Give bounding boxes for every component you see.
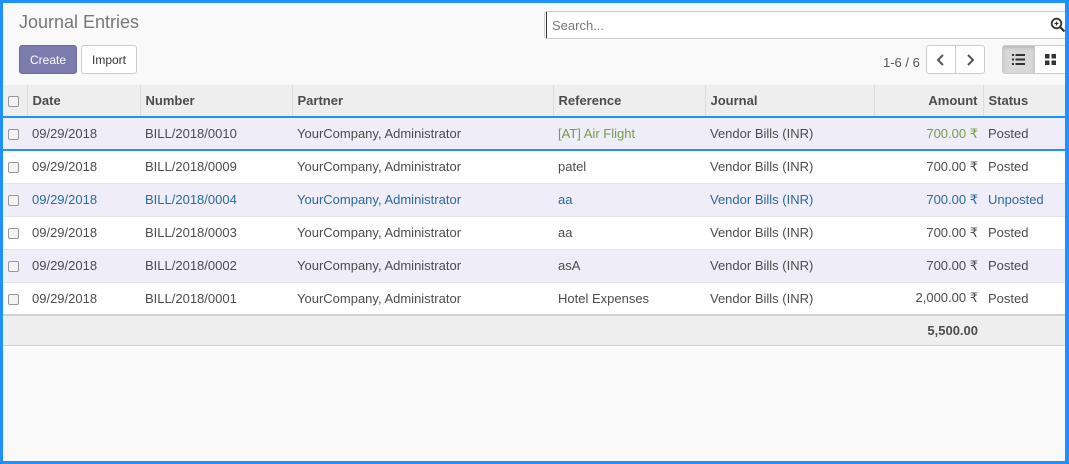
row-checkbox-cell[interactable] <box>3 183 27 217</box>
cell-amount: 700.00 ₹ <box>874 150 983 184</box>
row-checkbox[interactable] <box>8 162 19 174</box>
table-row[interactable]: 09/29/2018 BILL/2018/0002 YourCompany, A… <box>3 249 1065 283</box>
cell-amount: 700.00 ₹ <box>874 183 983 217</box>
grid-icon <box>1045 54 1056 65</box>
column-header-journal[interactable]: Journal <box>705 85 875 118</box>
cell-number: BILL/2018/0010 <box>140 116 292 151</box>
highlighted-amount: 700.00 ₹ <box>926 125 978 141</box>
cell-reference: [AT] Air Flight <box>553 116 705 151</box>
cell-journal: Vendor Bills (INR) <box>705 150 874 184</box>
row-checkbox[interactable] <box>8 129 19 141</box>
cell-partner: YourCompany, Administrator <box>292 183 553 217</box>
cell-amount: 2,000.00 ₹ <box>874 282 983 316</box>
cell-status: Posted <box>983 150 1065 184</box>
column-header-amount[interactable]: Amount <box>874 85 984 118</box>
cell-date: 09/29/2018 <box>27 183 140 217</box>
cell-reference: Hotel Expenses <box>553 282 705 316</box>
row-checkbox-cell[interactable] <box>3 249 27 283</box>
cell-date: 09/29/2018 <box>27 216 140 250</box>
cell-partner: YourCompany, Administrator <box>292 150 553 184</box>
chevron-left-icon <box>936 53 944 66</box>
row-checkbox[interactable] <box>8 293 19 305</box>
cell-partner: YourCompany, Administrator <box>292 116 553 151</box>
cell-journal: Vendor Bills (INR) <box>705 216 874 250</box>
cell-number: BILL/2018/0003 <box>140 216 292 250</box>
cell-journal: Vendor Bills (INR) <box>705 183 874 217</box>
row-checkbox-cell[interactable] <box>3 282 27 316</box>
pager-next-button[interactable] <box>955 45 985 74</box>
page-title: Journal Entries <box>19 12 140 32</box>
cell-number: BILL/2018/0009 <box>140 150 292 184</box>
cell-partner: YourCompany, Administrator <box>292 282 553 316</box>
column-header-status[interactable]: Status <box>983 85 1065 118</box>
cell-status: Posted <box>983 249 1065 283</box>
cell-status: Posted <box>983 282 1065 316</box>
table-footer-row: 5,500.00 <box>3 314 1065 346</box>
column-header-number[interactable]: Number <box>140 85 293 118</box>
cell-number: BILL/2018/0004 <box>140 183 292 217</box>
cell-date: 09/29/2018 <box>27 116 140 151</box>
empty-area <box>3 348 1065 461</box>
select-all-checkbox-cell[interactable] <box>3 85 28 118</box>
row-checkbox[interactable] <box>8 228 19 240</box>
cell-reference: asA <box>553 249 705 283</box>
table-header-row: Date Number Partner Reference Journal Am… <box>3 85 1065 118</box>
cell-number: BILL/2018/0002 <box>140 249 292 283</box>
cell-status: Posted <box>983 116 1065 151</box>
cell-date: 09/29/2018 <box>27 249 140 283</box>
row-checkbox-cell[interactable] <box>3 116 27 151</box>
import-button[interactable]: Import <box>81 45 137 74</box>
table-row[interactable]: 09/29/2018 BILL/2018/0001 YourCompany, A… <box>3 282 1065 316</box>
highlighted-reference: [AT] Air Flight <box>558 126 636 141</box>
cell-date: 09/29/2018 <box>27 150 140 184</box>
table-row[interactable]: 09/29/2018 BILL/2018/0009 YourCompany, A… <box>3 150 1065 184</box>
control-panel: Journal Entries Create Import 1-6 / 6 <box>3 3 1068 86</box>
row-checkbox-cell[interactable] <box>3 150 27 184</box>
cell-status: Posted <box>983 216 1065 250</box>
cell-journal: Vendor Bills (INR) <box>705 116 874 151</box>
create-button[interactable]: Create <box>19 45 77 74</box>
cell-number: BILL/2018/0001 <box>140 282 292 316</box>
table-row[interactable]: 09/29/2018 BILL/2018/0003 YourCompany, A… <box>3 216 1065 250</box>
list-icon <box>1012 54 1025 65</box>
table-row[interactable]: 09/29/2018 BILL/2018/0010 YourCompany, A… <box>3 116 1065 151</box>
cell-partner: YourCompany, Administrator <box>292 216 553 250</box>
cell-journal: Vendor Bills (INR) <box>705 282 874 316</box>
list-view-button[interactable] <box>1002 45 1035 74</box>
select-all-checkbox[interactable] <box>8 96 19 108</box>
cell-amount: 700.00 ₹ <box>874 216 983 250</box>
row-checkbox-cell[interactable] <box>3 216 27 250</box>
column-header-date[interactable]: Date <box>27 85 141 118</box>
chevron-right-icon <box>967 53 975 66</box>
search-input[interactable] <box>546 12 1036 38</box>
search-icon[interactable] <box>1050 17 1066 33</box>
column-header-partner[interactable]: Partner <box>292 85 554 118</box>
cell-journal: Vendor Bills (INR) <box>705 249 874 283</box>
search-box[interactable] <box>544 11 1068 39</box>
cell-amount: 700.00 ₹ <box>874 249 983 283</box>
pager-value[interactable]: 1-6 / 6 <box>883 55 920 70</box>
row-checkbox[interactable] <box>8 195 19 207</box>
cell-reference: aa <box>553 216 705 250</box>
pager-previous-button[interactable] <box>926 45 956 74</box>
column-header-reference[interactable]: Reference <box>553 85 706 118</box>
cell-date: 09/29/2018 <box>27 282 140 316</box>
cell-reference: aa <box>553 183 705 217</box>
table-row[interactable]: 09/29/2018 BILL/2018/0004 YourCompany, A… <box>3 183 1065 217</box>
cell-amount: 700.00 ₹ <box>874 116 983 151</box>
cell-status: Unposted <box>983 183 1065 217</box>
kanban-view-button[interactable] <box>1034 45 1067 74</box>
amount-total: 5,500.00 <box>874 314 983 346</box>
cell-reference: patel <box>553 150 705 184</box>
cell-partner: YourCompany, Administrator <box>292 249 553 283</box>
row-checkbox[interactable] <box>8 261 19 273</box>
journal-entries-table: Date Number Partner Reference Journal Am… <box>3 85 1065 346</box>
